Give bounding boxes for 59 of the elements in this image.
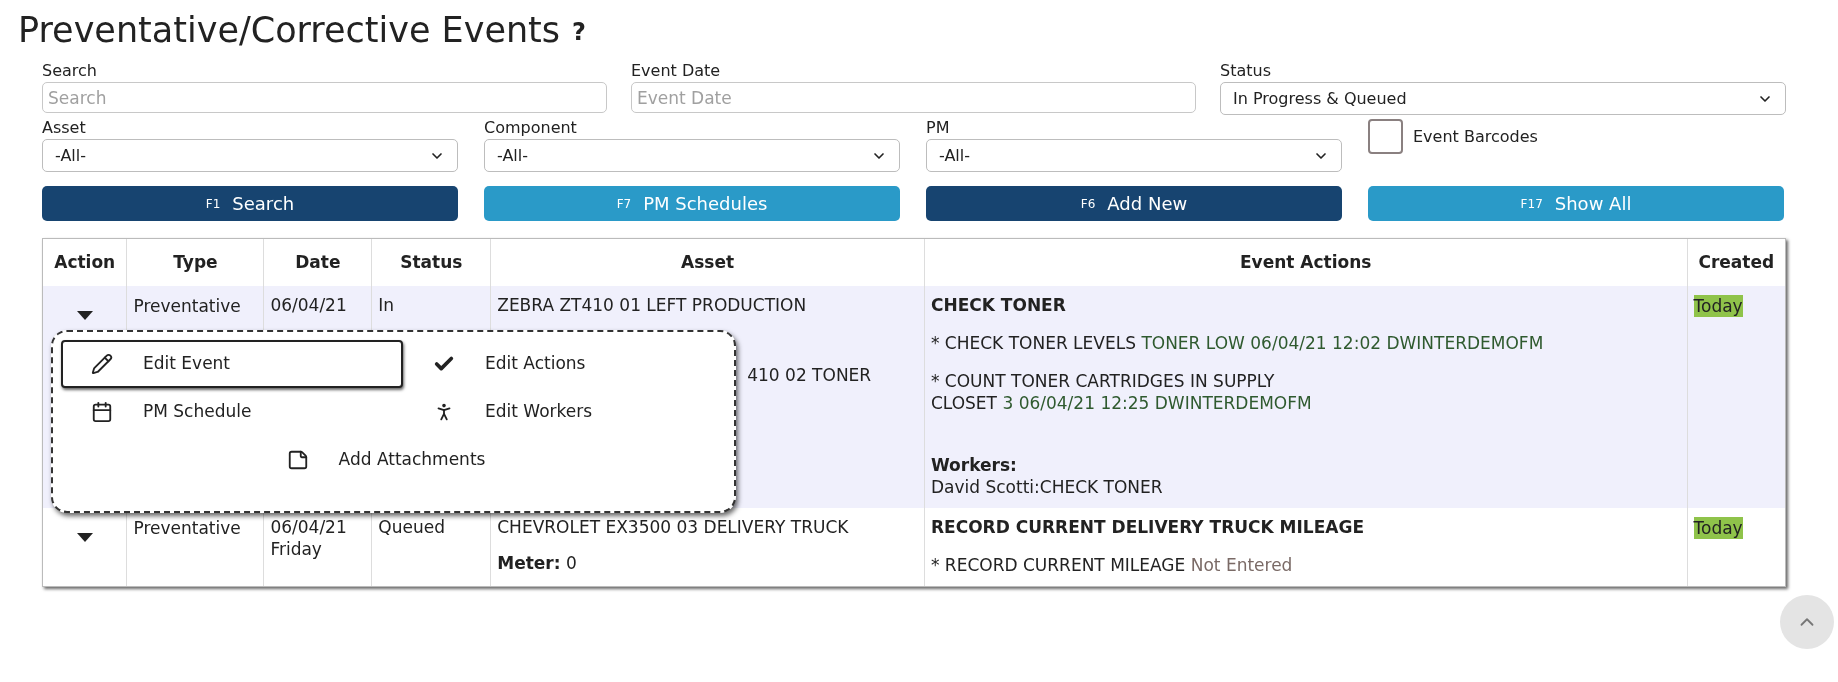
help-mark[interactable]: ? (572, 14, 586, 50)
button-label: Add New (1107, 192, 1188, 216)
table-cell: Preventative (133, 518, 241, 538)
field-label: Status (1220, 60, 1272, 82)
dropdown-value: -All- (497, 144, 529, 167)
dropdown-value: -All- (55, 144, 87, 167)
table-cell: Preventative (133, 296, 241, 316)
page-title: Preventative/Corrective Events (18, 9, 561, 52)
meter-text: Meter: 0 (497, 552, 577, 574)
dropdown-value: -All- (939, 144, 971, 167)
dropdown[interactable]: -All- (484, 139, 900, 172)
table-cell-text: 06/04/21 (270, 294, 348, 316)
checkbox[interactable] (1368, 119, 1403, 154)
dropdown[interactable]: -All- (42, 139, 458, 172)
action-button[interactable]: F1 Search (42, 186, 458, 221)
menu-item[interactable]: Add Attachments (256, 436, 528, 484)
workers-label: Workers: (930, 454, 1018, 476)
pencil-icon (91, 353, 113, 375)
button-label: Search (232, 192, 295, 216)
table-cell: Queued (378, 517, 445, 537)
calendar-icon (91, 401, 113, 423)
field-label: Asset (42, 117, 87, 139)
caret-icon (76, 533, 93, 542)
text-field[interactable]: Event Date (631, 82, 1196, 113)
field-label: Component (484, 117, 578, 139)
menu-item[interactable]: Edit Workers (403, 388, 723, 436)
field-label: Event Date (631, 60, 722, 82)
shortcut-key: F7 (616, 194, 632, 213)
field-label: PM (926, 117, 951, 139)
dropdown[interactable]: -All- (926, 139, 1342, 172)
caret-icon (76, 311, 93, 320)
table-cell-text: CHEVROLET EX3500 03 DELIVERY TRUCK (497, 516, 850, 538)
menu-item[interactable]: Edit Event (61, 340, 403, 388)
button-label: PM Schedules (643, 192, 768, 216)
menu-item[interactable]: PM Schedule (61, 388, 403, 436)
shortcut-key: F17 (1520, 194, 1543, 213)
dropdown[interactable]: In Progress & Queued (1220, 82, 1786, 115)
menu-item[interactable]: Edit Actions (403, 340, 723, 388)
table-cell-text: 06/04/21 (270, 516, 348, 538)
action-button[interactable]: F6 Add New (926, 186, 1342, 221)
field-label: Search (42, 60, 98, 82)
event-title: CHECK TONER (930, 294, 1067, 316)
button-label: Show All (1554, 192, 1632, 216)
table-cell: In (378, 295, 395, 315)
event-title: RECORD CURRENT DELIVERY TRUCK MILEAGE (930, 516, 1366, 538)
checkbox-label: Event Barcodes (1413, 125, 1538, 148)
text-field[interactable]: Search (42, 82, 607, 113)
component-text: 410 02 TONER (747, 364, 872, 386)
shortcut-key: F6 (1080, 194, 1096, 213)
step-line: * COUNT TONER CARTRIDGES IN SUPPLY CLOSET 3 06/04/21 12:25 DWINTERDEMOFM (930, 370, 1312, 414)
shortcut-key: F1 (205, 194, 221, 213)
table-cell-text: ZEBRA ZT410 01 LEFT PRODUCTION (497, 294, 808, 316)
table-cell-text: Friday (270, 538, 323, 560)
step-line: * RECORD CURRENT MILEAGE Not Entered (930, 554, 1293, 576)
note-icon (286, 449, 309, 471)
dropdown-value: In Progress & Queued (1233, 87, 1407, 110)
workers-text: David Scotti:CHECK TONER (930, 476, 1164, 498)
column-header: Created (1687, 239, 1785, 286)
step-line: * CHECK TONER LEVELS TONER LOW 06/04/21 12:02 DWINTERDEMOFM (930, 332, 1544, 354)
